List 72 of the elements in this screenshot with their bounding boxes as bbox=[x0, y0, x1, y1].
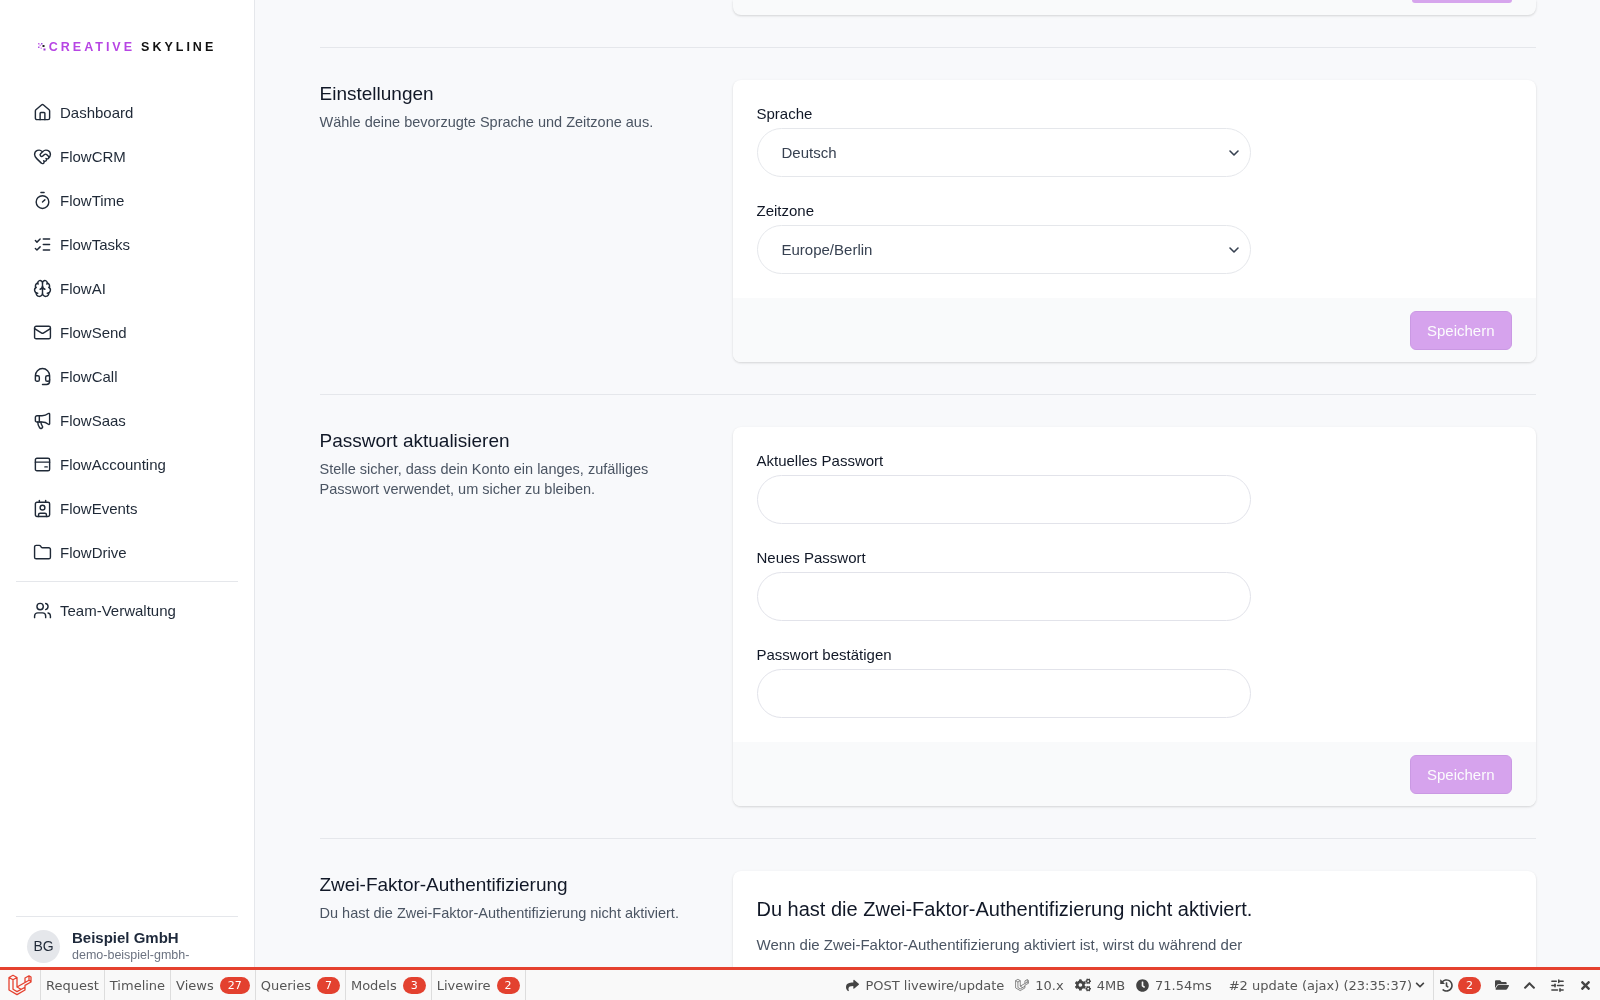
chevron-down-icon bbox=[1415, 980, 1425, 990]
headset-icon bbox=[33, 366, 52, 386]
nav-item[interactable]: FlowCRM bbox=[16, 138, 238, 174]
nav-item[interactable]: Team-Verwaltung bbox=[16, 592, 238, 628]
debug-tab[interactable]: Request bbox=[41, 970, 105, 1000]
count-badge: 27 bbox=[219, 976, 250, 994]
avatar-initials: BG bbox=[27, 929, 60, 963]
history-icon[interactable] bbox=[1440, 978, 1453, 992]
section-description: Wähle deine bevorzugte Sprache und Zeitzone aus. bbox=[319, 113, 655, 132]
password-field[interactable] bbox=[756, 572, 1251, 621]
brain-icon bbox=[33, 278, 52, 298]
debug-tab[interactable]: Timeline bbox=[104, 970, 172, 1000]
select-field[interactable]: Deutsch bbox=[756, 128, 1251, 177]
debug-tab[interactable]: Views 27 bbox=[171, 970, 256, 1000]
duration-text: 71.54ms bbox=[1155, 977, 1212, 993]
field-label: Zeitzone bbox=[756, 201, 816, 221]
heart-handshake-icon bbox=[33, 146, 52, 166]
cube-logo-icon[interactable] bbox=[8, 973, 32, 997]
nav-item[interactable]: FlowDrive bbox=[16, 534, 238, 570]
account-subtitle: demo-beispiel-gmbh- bbox=[72, 947, 190, 963]
folder-icon bbox=[33, 542, 52, 562]
password-field[interactable] bbox=[756, 669, 1251, 718]
sliders-icon[interactable] bbox=[1550, 977, 1565, 993]
nav-item[interactable]: FlowSaas bbox=[16, 402, 238, 438]
section-description: Stelle sicher, dass dein Konto ein langes, zufälliges Passwort verwendet, um sicher zu bleiben. bbox=[319, 460, 650, 499]
dots-icon bbox=[37, 43, 46, 51]
request-selector[interactable]: #2 update (ajax) (23:35:37) bbox=[1222, 970, 1433, 1000]
gears-icon bbox=[1074, 977, 1091, 993]
account-name: Beispiel GmbH bbox=[72, 929, 180, 947]
debug-tab[interactable]: Models 3 bbox=[345, 970, 432, 1000]
section-title: Zwei-Faktor-Authentifizierung bbox=[319, 873, 569, 897]
nav-item[interactable]: FlowSend bbox=[16, 314, 238, 350]
contact-card-icon bbox=[33, 498, 52, 518]
nav-item[interactable]: FlowCall bbox=[16, 358, 238, 394]
nav-item[interactable]: Dashboard bbox=[16, 94, 238, 130]
field-label: Passwort bestätigen bbox=[756, 645, 893, 665]
field-label: Aktuelles Passwort bbox=[756, 451, 885, 471]
count-badge: 7 bbox=[316, 976, 340, 994]
nav-item[interactable]: FlowTime bbox=[16, 182, 238, 218]
users-icon bbox=[33, 600, 52, 620]
section-title: Einstellungen bbox=[319, 82, 435, 106]
field-label: Neues Passwort bbox=[756, 548, 867, 568]
count-badge: 3 bbox=[402, 976, 426, 994]
select-field[interactable]: Europe/Berlin bbox=[756, 225, 1251, 274]
nav-item[interactable]: FlowEvents bbox=[16, 490, 238, 526]
timer-icon bbox=[33, 190, 52, 210]
debug-tab[interactable]: Livewire 2 bbox=[431, 970, 526, 1000]
version-text: 10.x bbox=[1035, 977, 1064, 993]
nav-item[interactable]: FlowAccounting bbox=[16, 446, 238, 482]
password-field[interactable] bbox=[756, 475, 1251, 524]
close-icon[interactable] bbox=[1579, 978, 1592, 992]
request-method: POST livewire/update bbox=[865, 977, 1005, 993]
logo: CREATIVE SKYLINE bbox=[48, 40, 217, 54]
notice-heading: Du hast die Zwei-Faktor-Authentifizierung nicht aktiviert. bbox=[756, 897, 1254, 922]
notice-text: Wenn die Zwei-Faktor-Authentifizierung aktiviert ist, wirst du während der bbox=[756, 935, 1244, 955]
clock-icon bbox=[1136, 978, 1150, 992]
count-badge: 2 bbox=[1458, 976, 1481, 994]
field-label: Sprache bbox=[756, 104, 814, 124]
cube-logo-icon bbox=[1015, 978, 1030, 992]
megaphone-icon bbox=[33, 410, 52, 430]
share-arrow-icon bbox=[846, 978, 860, 992]
home-icon bbox=[33, 102, 52, 122]
memory-text: 4MB bbox=[1096, 977, 1126, 993]
nav-item[interactable]: FlowAI bbox=[16, 270, 238, 306]
section-description: Du hast die Zwei-Faktor-Authentifizierung nicht aktiviert. bbox=[319, 904, 680, 923]
section-title: Passwort aktualisieren bbox=[319, 429, 511, 453]
debug-tab[interactable]: Queries 7 bbox=[255, 970, 346, 1000]
wallet-icon bbox=[33, 454, 52, 474]
count-badge: 2 bbox=[496, 976, 520, 994]
folder-icon[interactable] bbox=[1495, 978, 1509, 992]
mail-icon bbox=[33, 322, 52, 342]
nav-item[interactable]: FlowTasks bbox=[16, 226, 238, 262]
